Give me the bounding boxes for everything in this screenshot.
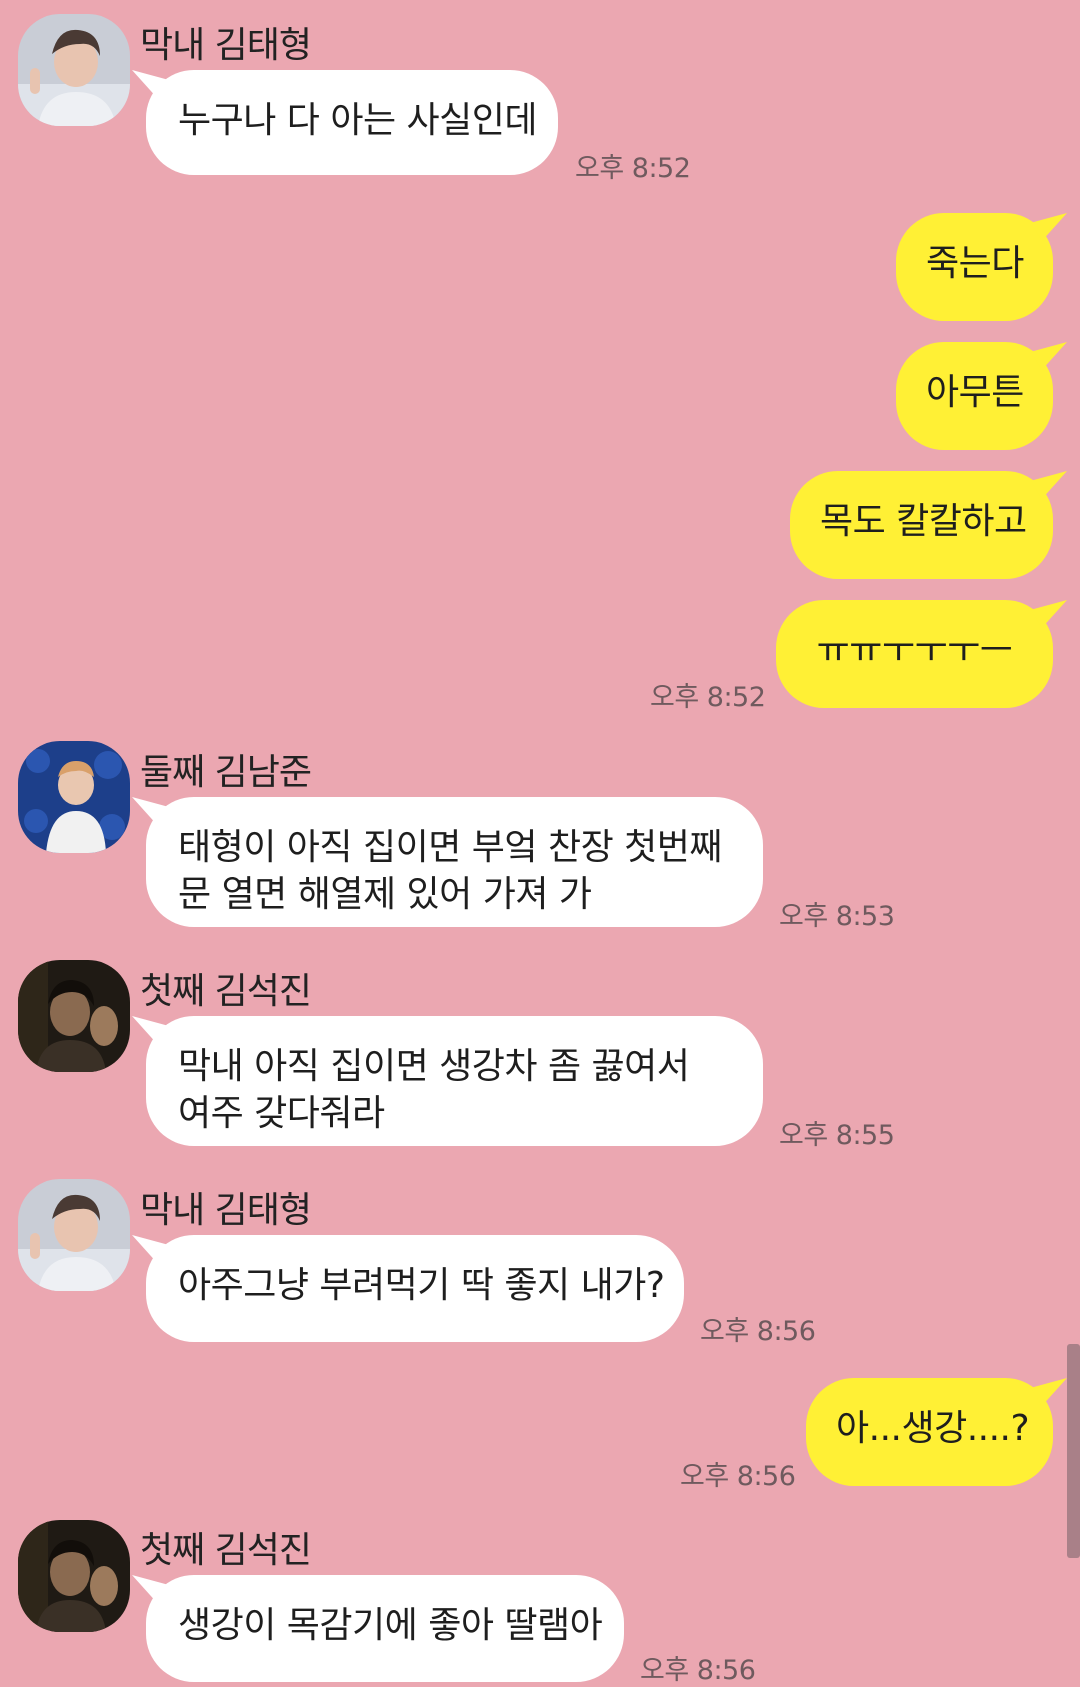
sender-name: 막내 김태형	[140, 25, 312, 66]
profile-photo-icon	[18, 1179, 130, 1291]
message-text: 죽는다	[926, 243, 1024, 284]
message-text: 태형이 아직 집이면 부엌 찬장 첫번째	[178, 827, 723, 868]
message-time: 오후 8:52	[575, 153, 691, 184]
message-time: 오후 8:52	[650, 682, 766, 713]
message-bubble-self[interactable]: 아...생강....?	[806, 1378, 1053, 1486]
message-bubble-self[interactable]: 죽는다	[896, 213, 1053, 321]
message-text: 목도 칼칼하고	[820, 501, 1027, 542]
message-text: 여주 갖다줘라	[178, 1093, 385, 1134]
message-bubble[interactable]: 생강이 목감기에 좋아 딸램아	[146, 1575, 624, 1682]
message-text: 문 열면 해열제 있어 가져 가	[178, 874, 592, 915]
message-bubble-self[interactable]: ㅠㅠㅜㅜㅜㅡ	[776, 600, 1053, 708]
avatar-seokjin[interactable]	[18, 1520, 130, 1632]
profile-photo-icon	[18, 960, 130, 1072]
avatar-taehyung[interactable]	[18, 1179, 130, 1291]
message-bubble-self[interactable]: 목도 칼칼하고	[790, 471, 1053, 579]
message-bubble[interactable]: 태형이 아직 집이면 부엌 찬장 첫번째 문 열면 해열제 있어 가져 가	[146, 797, 763, 927]
chat-room[interactable]: 막내 김태형 누구나 다 아는 사실인데 오후 8:52 죽는다 아무튼 목도 …	[0, 0, 1080, 1687]
message-text: ㅠㅠㅜㅜㅜㅡ	[816, 630, 1013, 671]
avatar-taehyung[interactable]	[18, 14, 130, 126]
avatar-namjoon[interactable]	[18, 741, 130, 853]
profile-photo-icon	[18, 14, 130, 126]
message-text: 생강이 목감기에 좋아 딸램아	[178, 1605, 603, 1646]
sender-name: 둘째 김남준	[140, 752, 312, 793]
message-bubble[interactable]: 누구나 다 아는 사실인데	[146, 70, 558, 175]
message-time: 오후 8:56	[680, 1461, 796, 1492]
message-bubble-self[interactable]: 아무튼	[896, 342, 1053, 450]
scrollbar-thumb[interactable]	[1067, 1344, 1080, 1558]
profile-photo-icon	[18, 741, 130, 853]
message-text: 아...생강....?	[836, 1408, 1030, 1449]
message-time: 오후 8:56	[700, 1316, 816, 1347]
message-bubble[interactable]: 막내 아직 집이면 생강차 좀 끓여서 여주 갖다줘라	[146, 1016, 763, 1146]
profile-photo-icon	[18, 1520, 130, 1632]
sender-name: 첫째 김석진	[140, 971, 312, 1012]
message-bubble[interactable]: 아주그냥 부려먹기 딱 좋지 내가?	[146, 1235, 684, 1342]
sender-name: 막내 김태형	[140, 1190, 312, 1231]
sender-name: 첫째 김석진	[140, 1530, 312, 1571]
message-time: 오후 8:56	[640, 1655, 756, 1686]
message-time: 오후 8:55	[779, 1120, 895, 1151]
message-text: 아무튼	[926, 372, 1024, 413]
message-text: 막내 아직 집이면 생강차 좀 끓여서	[178, 1046, 690, 1087]
message-text: 아주그냥 부려먹기 딱 좋지 내가?	[178, 1265, 665, 1306]
message-time: 오후 8:53	[779, 901, 895, 932]
message-text: 누구나 다 아는 사실인데	[178, 100, 538, 141]
avatar-seokjin[interactable]	[18, 960, 130, 1072]
